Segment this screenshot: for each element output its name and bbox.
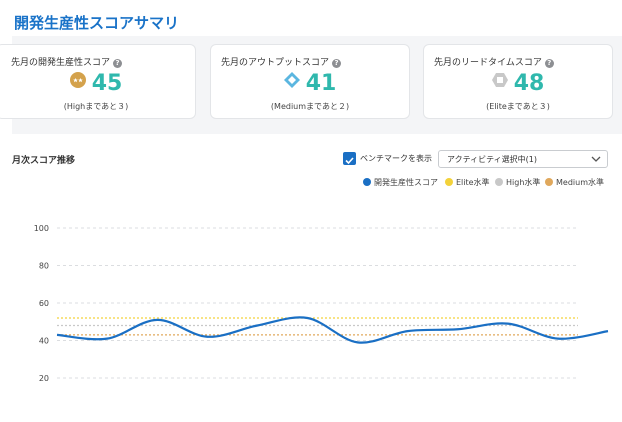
y-tick-label: 40 [39,337,49,346]
y-tick-label: 80 [39,262,49,271]
y-tick-label: 60 [39,299,49,308]
y-tick-label: 20 [39,374,49,383]
y-tick-label: 100 [34,224,49,233]
series-line-dev-productivity [56,316,609,344]
score-trend-chart: 100 80 60 40 20 [34,224,609,383]
